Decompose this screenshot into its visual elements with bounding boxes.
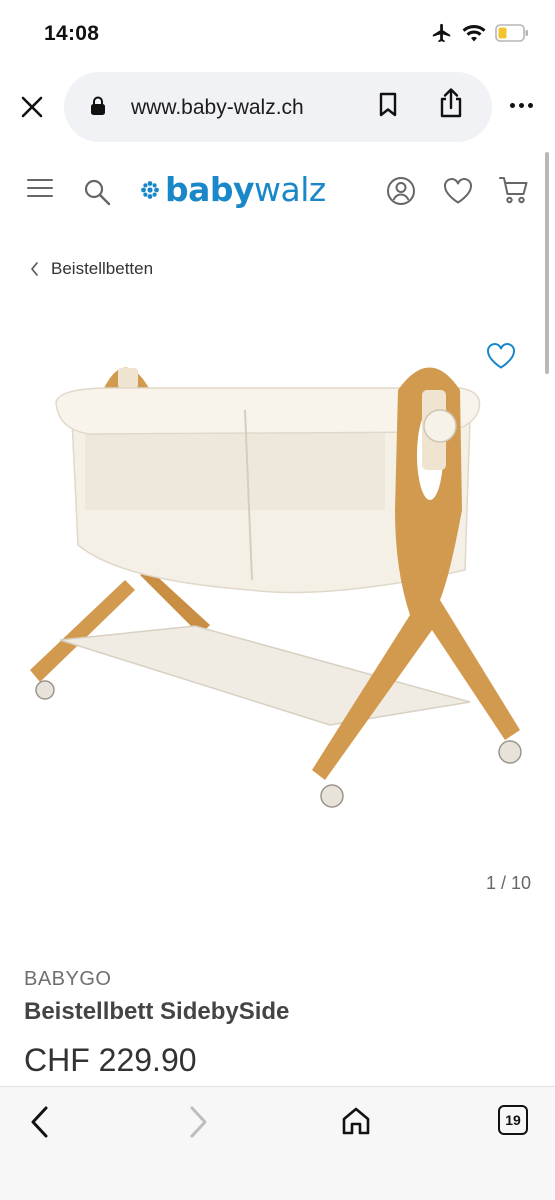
cart-button[interactable] [498, 174, 530, 211]
cart-icon [499, 177, 528, 204]
site-logo[interactable]: babywalz [140, 170, 326, 209]
forward-button[interactable] [184, 1105, 212, 1144]
browser-bottom-bar: 19 [0, 1086, 555, 1200]
account-icon [387, 177, 415, 205]
hamburger-icon [27, 179, 53, 197]
search-icon [84, 179, 111, 206]
status-bar: 14:08 [0, 0, 555, 66]
home-button[interactable] [340, 1105, 372, 1142]
tabs-button[interactable]: 19 [498, 1105, 528, 1135]
more-icon[interactable] [510, 103, 533, 108]
share-button[interactable] [438, 87, 464, 124]
menu-button[interactable] [27, 178, 53, 203]
wifi-icon [462, 25, 486, 42]
back-left-leg [30, 580, 135, 682]
home-icon [342, 1107, 370, 1135]
battery-icon [495, 24, 528, 42]
back-left-wheel [35, 680, 55, 700]
chevron-left-icon [31, 262, 38, 276]
chevron-right-icon [190, 1106, 207, 1138]
search-button[interactable] [83, 178, 111, 211]
image-counter: 1 / 10 [485, 873, 531, 893]
close-icon [21, 96, 43, 118]
address-bar[interactable]: www.baby-walz.ch [64, 72, 492, 142]
bookmark-icon [379, 92, 397, 117]
airplane-icon [432, 23, 451, 43]
logo-text: babywalz [165, 170, 326, 209]
site-header: babywalz [0, 160, 555, 222]
status-time: 14:08 [44, 22, 100, 45]
close-button[interactable] [14, 89, 50, 125]
wishlist-button[interactable] [443, 177, 473, 210]
image-wishlist-button[interactable] [486, 342, 516, 375]
status-icons [431, 22, 529, 44]
mesh-panel [85, 430, 385, 510]
lock-icon [91, 96, 105, 115]
logo-prefix: baby [165, 170, 255, 209]
account-button[interactable] [386, 176, 416, 211]
browser-toolbar: www.baby-walz.ch [0, 70, 555, 144]
chevron-left-icon [31, 1106, 48, 1138]
rocker-dial [423, 409, 457, 443]
bookmark-button[interactable] [377, 92, 399, 123]
product-brand[interactable]: BABYGO [24, 968, 111, 991]
heart-icon [444, 178, 472, 204]
url-text: www.baby-walz.ch [131, 96, 304, 119]
breadcrumb-label: Beistellbetten [51, 259, 154, 278]
logo-suffix: walz [254, 170, 326, 209]
front-left-wheel [320, 784, 344, 808]
product-image[interactable] [0, 330, 555, 840]
product-price: CHF 229.90 [24, 1042, 197, 1078]
back-button[interactable] [26, 1105, 54, 1144]
product-name: Beistellbett SidebySide [24, 998, 290, 1025]
breadcrumb[interactable]: Beistellbetten [30, 259, 153, 279]
back-rocker-knob [118, 368, 138, 388]
front-right-wheel [498, 740, 522, 764]
logo-flower-icon [141, 180, 159, 199]
share-icon [440, 88, 462, 118]
heart-icon [487, 343, 515, 369]
